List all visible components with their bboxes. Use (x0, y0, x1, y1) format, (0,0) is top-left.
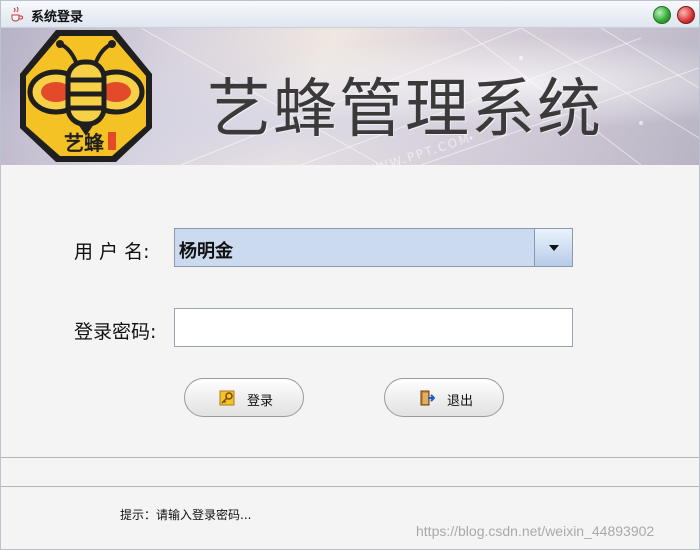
divider (1, 486, 699, 487)
source-watermark: https://blog.csdn.net/weixin_44893902 (416, 523, 655, 539)
banner: 艺蜂 艺蜂管理系统 WWW.PPT.COM (1, 28, 699, 165)
logo-text: 艺蜂 (64, 131, 105, 155)
java-cup-icon (11, 6, 23, 22)
login-window: 系统登录 艺蜂 艺蜂管理系统 WWW.PPT.COM 用 户 名: 杨明金 登录… (0, 0, 700, 550)
window-title: 系统登录 (31, 10, 84, 25)
username-label: 用 户 名: (74, 241, 150, 263)
password-field[interactable] (174, 308, 573, 347)
key-icon (219, 390, 235, 406)
minimize-button[interactable] (653, 6, 671, 24)
title-bar: 系统登录 (1, 1, 699, 28)
username-combobox[interactable]: 杨明金 (174, 228, 573, 267)
password-label: 登录密码: (74, 321, 157, 343)
close-button[interactable] (677, 6, 695, 24)
login-label: 登录 (247, 394, 274, 409)
chevron-down-icon (549, 245, 559, 251)
login-button[interactable]: 登录 (184, 378, 304, 417)
dropdown-button[interactable] (534, 229, 572, 266)
exit-label: 退出 (447, 394, 474, 409)
status-hint: 提示：请输入登录密码... (120, 508, 252, 522)
username-value: 杨明金 (179, 241, 233, 262)
bee-logo: 艺蜂 (20, 30, 152, 162)
banner-title: 艺蜂管理系统 (207, 73, 603, 147)
exit-door-icon (420, 390, 435, 406)
divider (1, 457, 699, 458)
exit-button[interactable]: 退出 (384, 378, 504, 417)
